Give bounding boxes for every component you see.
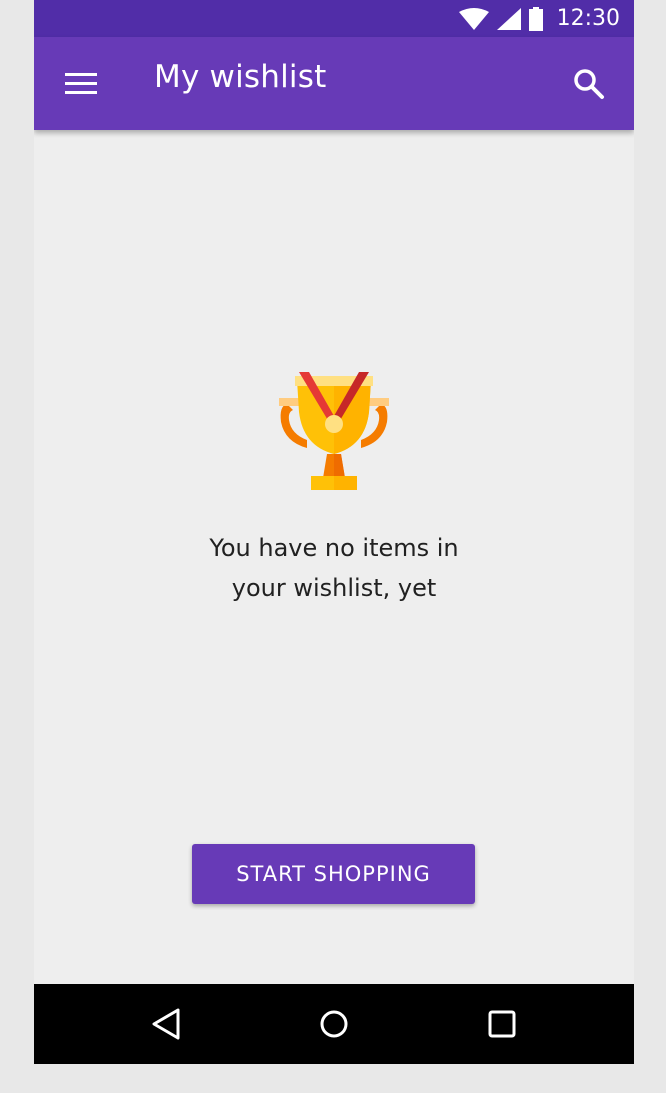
status-bar: 12:30 bbox=[34, 0, 634, 37]
home-icon bbox=[320, 1010, 348, 1038]
status-time: 12:30 bbox=[556, 6, 620, 31]
menu-button[interactable] bbox=[58, 61, 104, 107]
phone-screen: 12:30 My wishlist You have no items in y… bbox=[34, 0, 634, 1064]
start-shopping-button[interactable]: START SHOPPING bbox=[192, 844, 475, 904]
wifi-icon bbox=[458, 7, 489, 30]
app-bar: My wishlist bbox=[34, 37, 634, 130]
home-button[interactable] bbox=[314, 1004, 354, 1044]
search-icon bbox=[574, 69, 604, 99]
page-title: My wishlist bbox=[154, 59, 327, 95]
recents-button[interactable] bbox=[482, 1004, 522, 1044]
empty-state-line-2: your wishlist, yet bbox=[231, 574, 437, 602]
signal-icon bbox=[496, 7, 521, 30]
back-button[interactable] bbox=[146, 1004, 186, 1044]
menu-icon bbox=[65, 73, 97, 94]
main-content: You have no items in your wishlist, yet … bbox=[34, 130, 634, 984]
search-button[interactable] bbox=[566, 61, 612, 107]
battery-icon bbox=[528, 6, 543, 31]
empty-state-line-1: You have no items in bbox=[209, 534, 459, 562]
empty-state-message: You have no items in your wishlist, yet bbox=[134, 528, 534, 608]
navigation-bar bbox=[34, 984, 634, 1064]
trophy-icon bbox=[279, 372, 389, 490]
status-icons: 12:30 bbox=[458, 0, 620, 37]
recents-icon bbox=[488, 1010, 516, 1038]
back-icon bbox=[152, 1008, 180, 1040]
